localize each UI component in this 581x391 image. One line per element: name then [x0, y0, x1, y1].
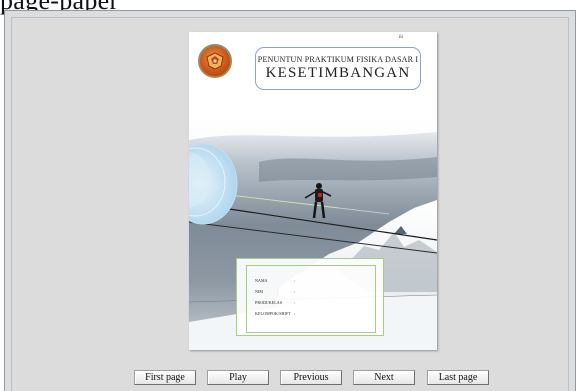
student-info-box: NAMA : NIM : PRODI/KELAS : KELOMPOK/SHIF…	[236, 258, 384, 336]
book-page[interactable]: iii PENUNTUN PRAKTIKUM FISIKA DASAR I KE…	[189, 32, 437, 350]
field-label: NIM	[255, 289, 264, 294]
field-prodi-kelas: PRODI/KELAS :	[255, 300, 295, 305]
flipbook-viewer: iii PENUNTUN PRAKTIKUM FISIKA DASAR I KE…	[4, 10, 576, 391]
field-label: PRODI/KELAS	[255, 300, 283, 305]
student-info-inner: NAMA : NIM : PRODI/KELAS : KELOMPOK/SHIF…	[246, 265, 376, 333]
field-kelompok-shift: KELOMPOK/SHIFT :	[255, 311, 295, 316]
cover-title: KESETIMBANGAN	[265, 65, 411, 81]
first-page-button[interactable]: First page	[134, 370, 196, 385]
university-emblem-icon	[198, 44, 232, 78]
field-colon: :	[294, 300, 296, 305]
navigation-controls: First page Play Previous Next Last page	[12, 370, 568, 386]
previous-button[interactable]: Previous	[280, 370, 342, 385]
play-button[interactable]: Play	[207, 370, 269, 385]
field-label: NAMA	[255, 278, 268, 283]
field-label: KELOMPOK/SHIFT	[255, 311, 291, 316]
next-button[interactable]: Next	[353, 370, 415, 385]
title-box: PENUNTUN PRAKTIKUM FISIKA DASAR I KESETI…	[255, 47, 421, 90]
field-nama: NAMA :	[255, 278, 295, 283]
last-page-button[interactable]: Last page	[427, 370, 489, 385]
field-nim: NIM :	[255, 289, 295, 294]
field-colon: :	[294, 278, 296, 283]
field-colon: :	[294, 311, 296, 316]
viewer-canvas: iii PENUNTUN PRAKTIKUM FISIKA DASAR I KE…	[11, 17, 569, 391]
cover-subtitle: PENUNTUN PRAKTIKUM FISIKA DASAR I	[257, 55, 419, 64]
field-colon: :	[294, 289, 296, 294]
page-number: iii	[398, 35, 403, 40]
